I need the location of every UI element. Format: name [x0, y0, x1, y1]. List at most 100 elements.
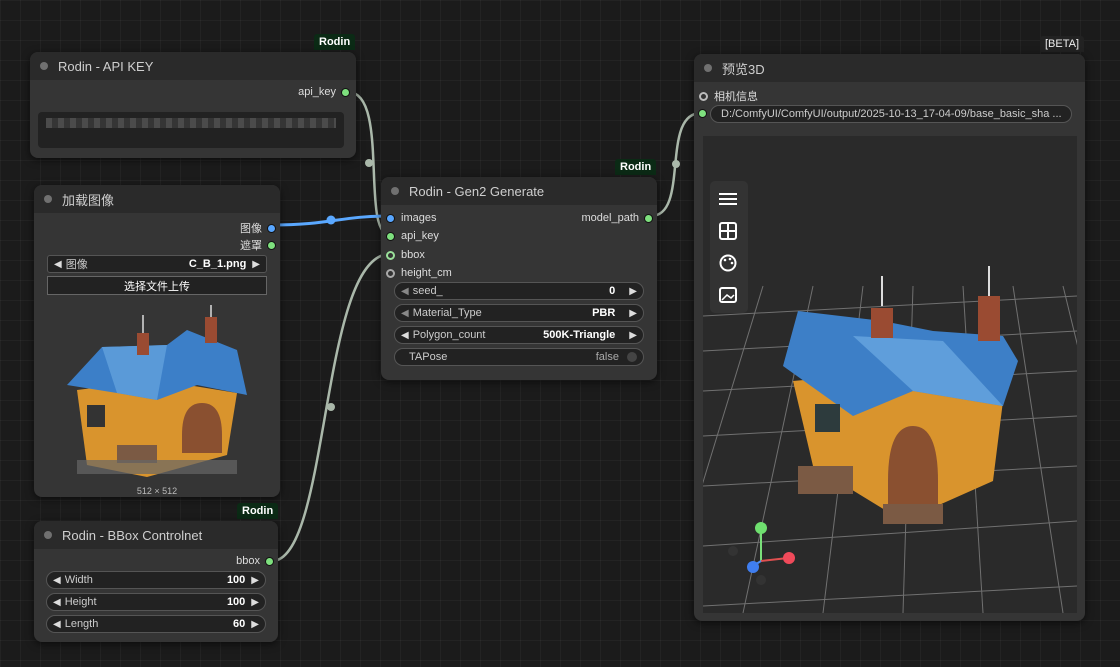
decrement-icon[interactable]: ◀: [53, 597, 61, 608]
output-label: model_path: [581, 212, 640, 224]
output-bbox[interactable]: bbox: [236, 555, 274, 567]
widget-label: Polygon_count: [412, 329, 486, 341]
widget-value: 500K-Triangle: [543, 329, 616, 341]
upload-label: 选择文件上传: [124, 280, 190, 293]
output-dot[interactable]: [341, 87, 350, 97]
output-label: api_key: [298, 86, 336, 98]
output-dot[interactable]: [265, 556, 274, 566]
api-key-field[interactable]: [38, 112, 344, 148]
image-preview: [67, 305, 247, 477]
upload-button[interactable]: 选择文件上传: [47, 276, 267, 295]
collapse-dot[interactable]: [391, 187, 399, 195]
increment-icon[interactable]: ▶: [251, 619, 259, 630]
bbox-node[interactable]: Rodin - BBox Controlnet bbox ◀ Width 100…: [34, 521, 278, 642]
output-label: bbox: [236, 555, 260, 567]
widget-label: seed_: [412, 285, 443, 297]
width-widget[interactable]: ◀ Width 100 ▶: [46, 571, 266, 589]
seed-widget[interactable]: ◀ seed_ 0 ▶: [394, 282, 644, 300]
output-api-key[interactable]: api_key: [298, 86, 350, 98]
node-title: Rodin - API KEY: [58, 58, 154, 74]
prev-arrow-icon[interactable]: ◀: [401, 330, 409, 341]
preview-header[interactable]: 预览3D: [694, 54, 1085, 82]
increment-icon[interactable]: ▶: [251, 597, 259, 608]
material-type-combo[interactable]: ◀ Material_Type PBR ▶: [394, 304, 644, 322]
palette-icon[interactable]: [710, 247, 746, 279]
collapse-dot[interactable]: [704, 64, 712, 72]
api-key-badge: Rodin: [314, 34, 356, 50]
gen2-node[interactable]: Rodin - Gen2 Generate images api_key bbo…: [381, 177, 657, 380]
output-label: 遮罩: [240, 240, 262, 252]
input-camera-info[interactable]: 相机信息: [699, 88, 758, 104]
grid-icon[interactable]: [710, 215, 746, 247]
input-dot[interactable]: [386, 250, 395, 260]
api-key-header[interactable]: Rodin - API KEY: [30, 52, 356, 80]
bbox-badge: Rodin: [237, 503, 279, 519]
input-label: bbox: [401, 249, 425, 261]
preview-3d-node[interactable]: 预览3D 相机信息 D:/ComfyUI/ComfyUI/output/2025…: [694, 54, 1085, 621]
input-height-cm[interactable]: height_cm: [386, 267, 452, 279]
collapse-dot[interactable]: [40, 62, 48, 70]
widget-value: 100: [226, 596, 246, 608]
increment-icon[interactable]: ▶: [629, 286, 637, 297]
output-mask[interactable]: 遮罩: [240, 237, 276, 253]
height-widget[interactable]: ◀ Height 100 ▶: [46, 593, 266, 611]
input-label: height_cm: [401, 267, 452, 279]
gen2-badge: Rodin: [615, 159, 657, 175]
widget-label: Height: [64, 596, 97, 608]
widget-label: 图像: [65, 259, 88, 271]
input-label: 相机信息: [714, 91, 758, 103]
image-dimensions: 512 × 512: [136, 486, 178, 496]
output-dot[interactable]: [267, 240, 276, 250]
input-dot[interactable]: [386, 231, 395, 241]
load-image-node[interactable]: 加载图像 图像 遮罩 ◀ 图像 C_B_1.png ▶ 选择文件上传 512 ×…: [34, 185, 280, 497]
input-api-key[interactable]: api_key: [386, 230, 439, 242]
next-arrow-icon[interactable]: ▶: [252, 259, 260, 270]
input-bbox[interactable]: bbox: [386, 249, 425, 261]
decrement-icon[interactable]: ◀: [53, 619, 61, 630]
decrement-icon[interactable]: ◀: [53, 575, 61, 586]
gen2-header[interactable]: Rodin - Gen2 Generate: [381, 177, 657, 205]
next-arrow-icon[interactable]: ▶: [629, 330, 637, 341]
node-title: Rodin - Gen2 Generate: [409, 183, 545, 199]
input-label: images: [401, 212, 437, 224]
output-dot[interactable]: [644, 213, 653, 223]
prev-arrow-icon[interactable]: ◀: [401, 308, 409, 319]
length-widget[interactable]: ◀ Length 60 ▶: [46, 615, 266, 633]
link-images: [271, 214, 391, 227]
input-dot[interactable]: [699, 91, 708, 101]
viewport-scene: [703, 266, 1077, 613]
path-input-dot[interactable]: [698, 109, 707, 118]
menu-icon[interactable]: [710, 183, 746, 215]
input-images[interactable]: images: [386, 212, 436, 224]
bbox-header[interactable]: Rodin - BBox Controlnet: [34, 521, 278, 549]
input-dot[interactable]: [386, 213, 395, 223]
image-icon[interactable]: [710, 279, 746, 311]
output-dot[interactable]: [267, 223, 276, 233]
widget-value: 60: [233, 618, 246, 630]
masked-key: [46, 118, 336, 128]
toggle-switch-icon[interactable]: [627, 352, 637, 362]
prev-arrow-icon[interactable]: ◀: [54, 259, 62, 270]
widget-value: PBR: [592, 307, 616, 319]
widget-value: C_B_1.png: [188, 258, 247, 270]
input-label: api_key: [401, 230, 439, 242]
tapose-toggle[interactable]: TAPose false: [394, 348, 644, 366]
collapse-dot[interactable]: [44, 195, 52, 203]
3d-viewport[interactable]: [703, 136, 1077, 613]
load-image-header[interactable]: 加载图像: [34, 185, 280, 213]
model-path-field[interactable]: D:/ComfyUI/ComfyUI/output/2025-10-13_17-…: [710, 105, 1072, 123]
increment-icon[interactable]: ▶: [251, 575, 259, 586]
widget-label: Material_Type: [412, 307, 482, 319]
widget-label: Width: [64, 574, 93, 586]
input-dot[interactable]: [386, 268, 395, 278]
next-arrow-icon[interactable]: ▶: [629, 308, 637, 319]
toggle-label: TAPose: [409, 351, 448, 363]
collapse-dot[interactable]: [44, 531, 52, 539]
polygon-count-combo[interactable]: ◀ Polygon_count 500K-Triangle ▶: [394, 326, 644, 344]
image-select[interactable]: ◀ 图像 C_B_1.png ▶: [47, 255, 267, 273]
toggle-value: false: [595, 351, 619, 363]
decrement-icon[interactable]: ◀: [401, 286, 409, 297]
output-image[interactable]: 图像: [240, 220, 276, 236]
api-key-node[interactable]: Rodin - API KEY api_key: [30, 52, 356, 158]
output-model-path[interactable]: model_path: [581, 212, 653, 224]
